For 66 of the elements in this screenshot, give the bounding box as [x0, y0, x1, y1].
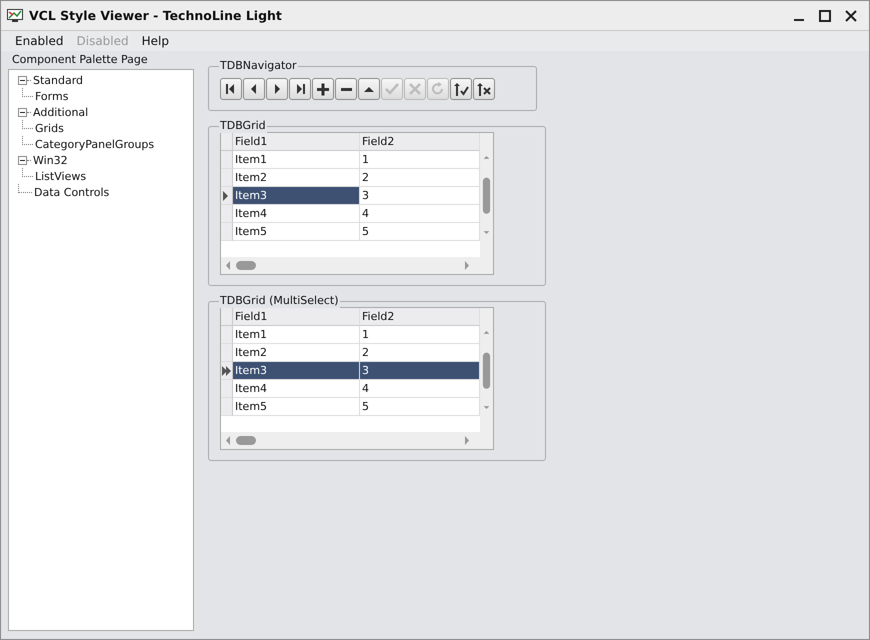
horizontal-scrollbar[interactable] [221, 257, 493, 274]
column-header[interactable]: Field2 [360, 308, 480, 326]
collapse-icon[interactable] [18, 108, 27, 116]
table-cell: Item1 [233, 151, 360, 169]
row-indicator-cell[interactable] [221, 398, 233, 416]
window-title: VCL Style Viewer - TechnoLine Light [29, 8, 283, 23]
tree-item[interactable]: ListViews [35, 170, 86, 182]
tree-item[interactable]: Data Controls [34, 186, 110, 198]
navigator-button[interactable] [220, 78, 242, 100]
row-indicator-cell[interactable] [221, 362, 233, 380]
tree-item[interactable]: Additional [33, 106, 88, 118]
navigator-button[interactable] [243, 78, 265, 100]
horizontal-scrollbar[interactable] [221, 432, 493, 449]
table-cell: 3 [360, 362, 480, 380]
menu-item[interactable]: Enabled [7, 34, 68, 48]
tree-item[interactable]: CategoryPanelGroups [35, 138, 154, 150]
table-cell: Item3 [233, 187, 360, 205]
tree-item[interactable]: Grids [35, 122, 64, 134]
tree-item[interactable]: Win32 [33, 154, 68, 166]
vertical-scrollbar[interactable] [480, 308, 493, 432]
minus-icon [340, 88, 352, 90]
navigator-button[interactable] [335, 78, 357, 100]
vertical-scrollbar[interactable] [480, 133, 493, 257]
row-indicator-cell[interactable] [221, 223, 233, 241]
navigator-button[interactable] [450, 78, 472, 100]
row-indicator-cell[interactable] [221, 169, 233, 187]
arrow-cross-icon [476, 81, 492, 97]
table-cell: Item4 [233, 205, 360, 223]
collapse-icon[interactable] [18, 76, 27, 84]
tree-item[interactable]: Forms [35, 90, 68, 102]
checkmark-icon [384, 81, 400, 97]
group-title: TDBGrid [219, 119, 267, 133]
row-indicator-cell [221, 308, 233, 326]
row-indicator-cell[interactable] [221, 205, 233, 223]
tree-item[interactable]: Standard [33, 74, 84, 86]
table-cell: Item5 [233, 398, 360, 416]
row-indicator-cell [221, 133, 233, 151]
row-indicator-cell[interactable] [221, 344, 233, 362]
table-cell: Item5 [233, 223, 360, 241]
table-cell: Item4 [233, 380, 360, 398]
arrow-check-icon [453, 81, 469, 97]
navigator-button[interactable] [289, 78, 311, 100]
panel-label: Component Palette Page [11, 52, 149, 68]
app-icon [7, 8, 23, 22]
menu-item[interactable]: Help [134, 34, 174, 48]
close-icon[interactable] [845, 10, 857, 22]
column-header[interactable]: Field2 [360, 133, 480, 151]
navigator-button[interactable] [266, 78, 288, 100]
refresh-icon [430, 81, 446, 97]
row-indicator-cell[interactable] [221, 187, 233, 205]
maximize-icon[interactable] [819, 10, 831, 22]
row-indicator-cell[interactable] [221, 326, 233, 344]
group-title: TDBNavigator [219, 59, 298, 73]
cross-icon [407, 81, 423, 97]
navigator-button[interactable] [312, 78, 334, 100]
column-header[interactable]: Field1 [233, 133, 360, 151]
plus-icon [315, 81, 331, 97]
group-title: TDBGrid (MultiSelect) [219, 294, 340, 308]
row-indicator-cell[interactable] [221, 380, 233, 398]
row-indicator-cell[interactable] [221, 151, 233, 169]
navigator-button[interactable] [358, 78, 380, 100]
collapse-icon[interactable] [18, 156, 27, 164]
table-cell: Item1 [233, 326, 360, 344]
navigator-button[interactable] [473, 78, 495, 100]
column-header[interactable]: Field1 [233, 308, 360, 326]
table-cell: Item3 [233, 362, 360, 380]
